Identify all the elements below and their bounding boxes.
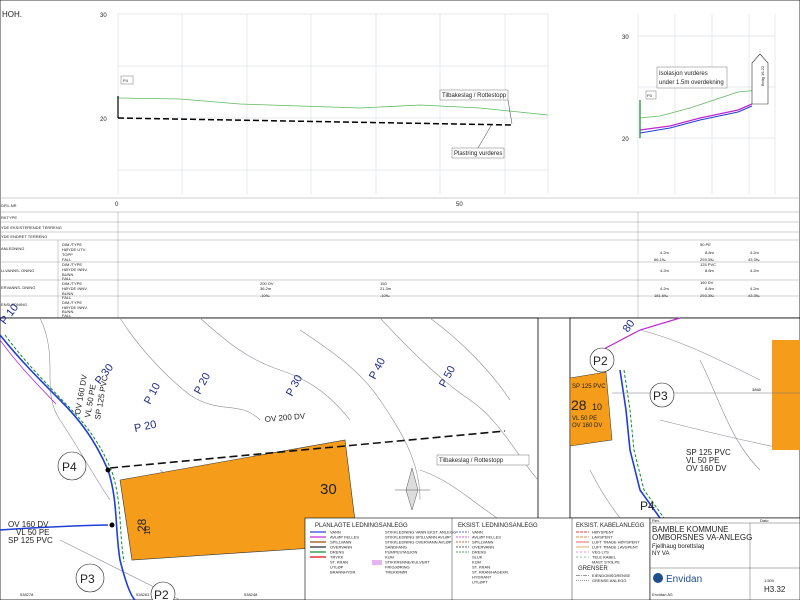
manhole-map-p4 — [105, 467, 111, 473]
row-eksist: YDE EKSISTERENDE TERRENG — [1, 225, 62, 230]
cell-ov-fall-2: 293.3‰ — [700, 293, 714, 298]
tb-date-hdr: Dato — [760, 518, 769, 523]
right-node-p4: P4 — [640, 499, 655, 513]
hoh-label: HOH. — [2, 10, 22, 19]
cell-ov-fall-1: 181.6‰ — [654, 293, 668, 298]
sub-16: FALL — [62, 313, 72, 318]
coord-1: 538278 — [20, 592, 34, 597]
pipe-text-sp125-b: SP 125 PVC — [8, 536, 53, 545]
cell-sp-1: 4.2m — [660, 268, 670, 273]
tb-company: Envidan — [666, 574, 702, 585]
cell-50pe: 50 PE — [700, 242, 711, 247]
manhole-map-p3 — [109, 522, 115, 528]
legend-planned-title: PLANLAGTE LEDNINGSANLEGG — [315, 523, 408, 529]
cell-sp-3: 4.2m — [750, 268, 760, 273]
right-lot-text-3: OV 160 DV — [572, 423, 602, 429]
cell-fall-2: -10‰ — [380, 293, 390, 298]
legend-existing-10: UTLØPT — [472, 580, 488, 585]
right-lot-10: 10 — [592, 402, 602, 412]
cell-ov-3: 4.2m — [750, 286, 760, 291]
annotation-isolasjon-2: under 1.5m overdekning — [659, 80, 724, 86]
legend-planned2-8: TREKKRØR — [385, 570, 407, 575]
row-endret: YDE ENDRET TERRENG — [1, 234, 47, 239]
annotation-bolig: Bolig 16-22 — [760, 65, 765, 86]
tb-drawing-no: H3.32 — [764, 585, 786, 594]
map-right: P2 P3 P4 80 28 10 SP 125 PVC VL 50 PE OV… — [569, 317, 800, 519]
cell-ov-1: 4.2m — [660, 286, 670, 291]
node-map-p3: P3 — [80, 572, 95, 586]
tb-subtitle-1: Fjellhaug borettslag — [652, 544, 704, 550]
lot-number-30: 30 — [320, 481, 337, 498]
cell-ov-fall-3: 43.3‰ — [748, 293, 760, 298]
cell-fall-1: -10‰ — [260, 293, 270, 298]
cell-125pvc: 125 PVC — [700, 262, 716, 267]
tb-subtitle-2: NY VA — [652, 551, 669, 557]
map-tilbake: Tilbakeslag / Rottestopp — [439, 458, 504, 464]
legend-planned-8: BRANNHYDR. — [330, 570, 356, 575]
legend-cable-title: EKSIST. KABELANLEGG — [576, 523, 645, 529]
cell-vann-3: 4.2m — [750, 250, 760, 255]
title-block: Rev. Dato BAMBLE KOMMUNE OMBORSNES VA-AN… — [649, 517, 800, 600]
right-building-edge — [772, 340, 800, 450]
node-p4-profile: P4 — [123, 78, 129, 83]
right-number: 3868 — [752, 387, 762, 392]
row-rktype: RKTYPE — [1, 215, 17, 220]
node-map-p4: P4 — [62, 460, 77, 474]
node-p3-profile: P3 — [647, 93, 653, 98]
tb-project: OMBORSNES VA-ANLEGG — [652, 533, 752, 542]
left-axis-top: 30 — [100, 13, 107, 19]
left-axis-mid: 20 — [100, 117, 107, 123]
envidan-logo-icon — [653, 573, 663, 583]
coord-2: 538263 — [136, 592, 150, 597]
legend-cable-6: MAST STOLPE — [592, 560, 620, 565]
cell-vann-fall-3: 43.3‰ — [748, 257, 760, 262]
left-axis-x50: 50 — [456, 202, 463, 208]
drawing-sheet: HOH. 30 20 0 50 P4 Tilbakeslag / Rottest… — [0, 0, 800, 600]
annotation-isolasjon-1: Isolasjon vurderes — [659, 71, 708, 77]
coord-3: 538248 — [244, 592, 258, 597]
cell-160dv: 160 DV — [700, 280, 714, 285]
row-dfil: DFIL.NR — [1, 203, 17, 208]
tb-rev-hdr: Rev. — [652, 518, 660, 523]
right-lot-text-2: VL 50 PE — [572, 416, 597, 422]
row-vann: ANLEDNING — [1, 246, 24, 251]
cell-sp-2: 8.8m — [705, 268, 715, 273]
cell-362: 36.2m — [260, 286, 272, 291]
right-pipe-text-3: OV 160 DV — [686, 464, 727, 473]
legend: PLANLAGTE LEDNINGSANLEGG EKSIST. LEDNING… — [304, 517, 651, 600]
legend-grenser-1: GRENSE ANLEGG — [592, 578, 626, 583]
lot-sub-10: 10 — [143, 526, 152, 535]
tb-scale: 1:500 — [764, 578, 775, 583]
cell-vann-1: 4.2m — [660, 250, 670, 255]
annotation-tilbake: Tilbakeslag / Rottestopp — [442, 93, 507, 99]
right-node-p3: P3 — [653, 389, 668, 403]
right-lot-28: 28 — [571, 397, 587, 413]
row-spillvann: LLVANNS- ONING — [1, 268, 34, 273]
legend-existing-title: EKSIST. LEDNINGSANLEGG — [458, 523, 538, 529]
right-axis-top: 30 — [622, 35, 629, 41]
cell-vann-2: 8.8m — [705, 250, 715, 255]
cell-ov-2: 8.8m — [705, 286, 715, 291]
node-map-p2: P2 — [154, 588, 169, 600]
annotation-plastring: Plastring vurderes — [454, 151, 502, 157]
cell-213: 21.3m — [380, 286, 392, 291]
right-lot-text-1: SP 125 PVC — [572, 384, 606, 390]
profile-section: HOH. 30 20 0 50 P4 Tilbakeslag / Rottest… — [0, 0, 800, 319]
legend-grenser-title: GRENSER — [578, 566, 608, 572]
cell-vann-fall-1: 66.1‰ — [654, 257, 666, 262]
tb-contact: Envidan AS — [652, 592, 673, 597]
right-axis-mid: 20 — [622, 137, 629, 143]
row-overvann: ERVANNS- DNING — [1, 285, 35, 290]
right-node-p2: P2 — [593, 354, 608, 368]
